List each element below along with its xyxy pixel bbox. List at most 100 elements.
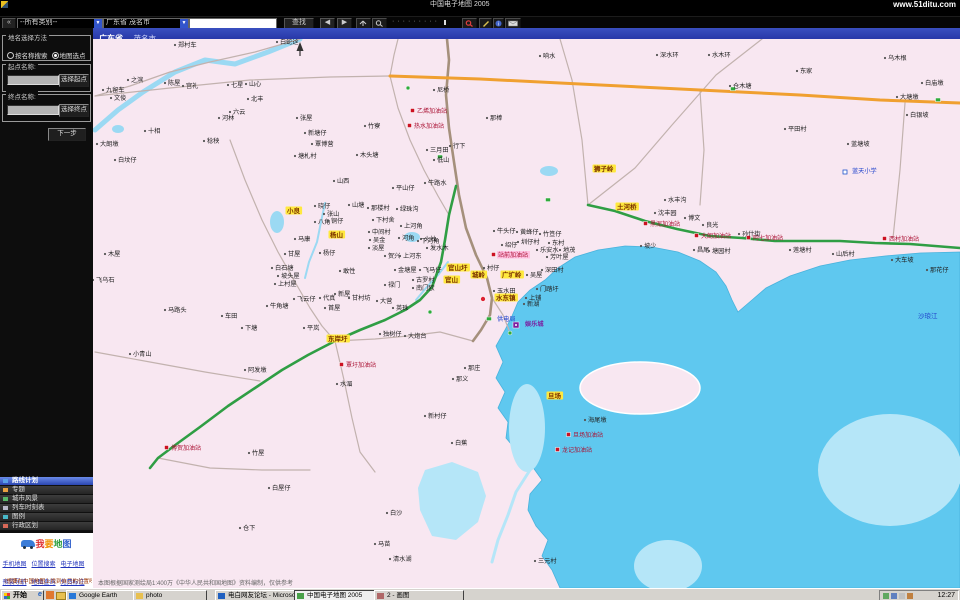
radio-地图选点[interactable]: 地图选点 (52, 50, 86, 60)
radio-按名称搜索[interactable]: 按名称搜索 (7, 50, 48, 60)
start-groupbox: 起点名称: 选择起点 (2, 64, 91, 92)
svg-text:博贺加油站: 博贺加油站 (171, 444, 201, 452)
tray-icon-1[interactable] (883, 593, 889, 599)
map-label: 那花仔 (926, 266, 949, 274)
pick-end-button[interactable]: 选择终点 (59, 104, 89, 117)
svg-text:车田: 车田 (225, 312, 237, 320)
svg-text:仓木塘: 仓木塘 (733, 82, 752, 90)
svg-text:甘村坊: 甘村坊 (352, 294, 371, 302)
51ditu-logo[interactable]: 我要地图 (0, 537, 93, 550)
panel-item-城市风景[interactable]: 城市风景 (0, 495, 93, 504)
tray-icon-2[interactable] (891, 593, 897, 599)
svg-text:水木环: 水木环 (712, 51, 731, 59)
taskbar-clock: 12:27 (937, 591, 955, 600)
end-name-input[interactable] (7, 105, 59, 115)
svg-text:尼桥: 尼桥 (437, 86, 449, 94)
chevron-down-icon[interactable]: ▼ (94, 19, 102, 28)
svg-text:大朗墩: 大朗墩 (100, 140, 119, 148)
map-label: 官山圩 (447, 263, 470, 272)
taskbar-button-电白网友论坛 - Microso...[interactable]: 电白网友论坛 - Microso... (215, 590, 305, 600)
map-label: 上河东 (399, 252, 422, 260)
tray-icon-3[interactable] (899, 593, 905, 599)
map-label: 中间村 (368, 228, 391, 236)
chevron-down-icon[interactable]: ▼ (180, 19, 188, 28)
panel-item-图例[interactable]: 图例 (0, 513, 93, 522)
svg-text:杨山: 杨山 (330, 230, 343, 239)
panel-icon (3, 497, 8, 501)
svg-text:阿发墩: 阿发墩 (248, 366, 267, 374)
svg-text:郑村车: 郑村车 (178, 41, 197, 49)
map-label: 白银坡 (906, 111, 929, 119)
promo-footer-link[interactable]: （想要在中国地图上找到自己的位置吗，进入） (1, 577, 92, 585)
svg-text:张屋: 张屋 (300, 114, 312, 122)
promo-link-电子地图[interactable]: 电子地图 (58, 560, 87, 570)
radio-circle-icon[interactable] (52, 52, 59, 59)
svg-text:山后村: 山后村 (836, 250, 855, 258)
green-dot-icon (428, 310, 432, 314)
svg-text:芳叶屋: 芳叶屋 (550, 253, 569, 261)
tray-icon-4[interactable] (907, 593, 913, 599)
svg-text:北丰: 北丰 (251, 95, 263, 103)
map-label: 东岸圩 (327, 334, 350, 343)
map-label: 发水木 (426, 244, 449, 252)
svg-text:大朗加油站: 大朗加油站 (701, 232, 731, 240)
taskbar-button-2 - 画图[interactable]: 2 - 画图 (374, 590, 464, 600)
map-label: 平山仔 (392, 184, 415, 192)
svg-text:那棒: 那棒 (490, 114, 503, 122)
car-icon (21, 540, 35, 547)
svg-text:绿珠沟: 绿珠沟 (400, 205, 419, 213)
map-label: 蓝塘坡 (847, 140, 870, 148)
atoll-island (580, 362, 700, 414)
promo-panel: 我要地图 手机地图位置搜索电子地图预装导航地图查询免费标注 （想要在中国地图上找… (0, 533, 93, 588)
svg-text:飞乌石: 飞乌石 (96, 276, 115, 284)
map-label: 甘村坊 (348, 294, 371, 302)
map-label: 土河桥 (616, 202, 639, 211)
svg-text:新塘仔: 新塘仔 (308, 129, 327, 137)
svg-text:敢性: 敢性 (343, 267, 355, 275)
zoom-slider[interactable]: ········· (392, 18, 456, 27)
panel-item-专题[interactable]: 专题 (0, 486, 93, 495)
title-bar: 中国电子地图 2005 www.51ditu.com (0, 0, 960, 9)
map-label: 大朗墩 (96, 140, 119, 148)
svg-text:白庙墩: 白庙墩 (925, 79, 944, 87)
panel-item-路线计划[interactable]: 路线计划 (0, 477, 93, 486)
map-label: 小青山 (129, 350, 152, 358)
promo-link-手机地图[interactable]: 手机地图 (0, 560, 29, 570)
svg-text:下村舍: 下村舍 (376, 216, 395, 224)
school-marker-icon (843, 170, 847, 174)
panel-icon (3, 506, 8, 510)
svg-text:火烛: 火烛 (424, 235, 436, 243)
svg-text:狮子岭: 狮子岭 (593, 164, 614, 173)
map-label: 小良 (286, 206, 303, 215)
taskbar-button-中国电子地图 2005[interactable]: 中国电子地图 2005 (294, 590, 384, 600)
promo-link-位置搜索[interactable]: 位置搜索 (29, 560, 58, 570)
pick-start-button[interactable]: 选择起点 (59, 74, 89, 87)
map-label: 水丰沟 (664, 196, 687, 204)
zoom-slider-knob[interactable] (444, 20, 446, 25)
map-label: 白石塘 (271, 264, 294, 272)
ie-quicklaunch-icon[interactable]: e (36, 591, 44, 599)
start-name-input[interactable] (7, 75, 59, 85)
svg-text:大营: 大营 (380, 297, 392, 305)
map-region-header: 广东省 茂名市 (93, 28, 960, 39)
svg-text:马苗: 马苗 (378, 540, 390, 548)
folder-quicklaunch-icon[interactable] (56, 592, 66, 600)
svg-text:东岸圩: 东岸圩 (328, 334, 348, 343)
svg-text:淡屋: 淡屋 (372, 245, 384, 252)
svg-text:平田村: 平田村 (788, 125, 807, 133)
svg-text:门踏圩: 门踏圩 (540, 285, 559, 293)
taskbar-button-photo[interactable]: photo (133, 590, 207, 600)
map-canvas[interactable]: 小良杨山官山圩官山城岭广圹岭狮子岭土河桥水东镇东岸圩旦场乙烯加油站热水加油站站前… (93, 39, 960, 588)
radio-circle-icon[interactable] (7, 52, 14, 59)
map-label: 芳叶屋 (546, 253, 569, 261)
panel-item-行政区划[interactable]: 行政区划 (0, 522, 93, 531)
map-label: 城岭 (471, 270, 488, 279)
mail-quicklaunch-icon[interactable] (46, 591, 54, 599)
svg-text:旦场: 旦场 (548, 391, 562, 400)
map-label: 牛路水 (424, 179, 447, 187)
panel-item-列车时刻表[interactable]: 列车时刻表 (0, 504, 93, 513)
svg-text:博文: 博文 (688, 214, 700, 222)
next-step-button[interactable]: 下一步 (48, 128, 86, 141)
map-label: 那楼村 (367, 204, 390, 212)
svg-text:木头塘: 木头塘 (360, 151, 379, 159)
